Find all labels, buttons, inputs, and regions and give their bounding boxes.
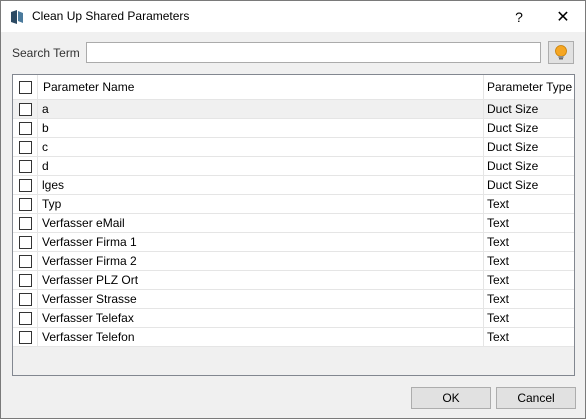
- table-row[interactable]: Verfasser Telefon Text: [13, 328, 574, 347]
- parameter-name-cell: Verfasser Telefon: [38, 328, 484, 346]
- table-row[interactable]: Verfasser PLZ Ort Text: [13, 271, 574, 290]
- column-header-type[interactable]: Parameter Type: [484, 75, 574, 99]
- parameter-type-cell: Text: [487, 292, 510, 306]
- parameter-type-cell: Duct Size: [487, 159, 539, 173]
- table-row[interactable]: lges Duct Size: [13, 176, 574, 195]
- row-check-cell: [13, 252, 38, 270]
- table-row[interactable]: d Duct Size: [13, 157, 574, 176]
- row-checkbox[interactable]: [19, 160, 32, 173]
- parameter-name-cell: a: [38, 100, 484, 118]
- parameter-name-cell: Verfasser Strasse: [38, 290, 484, 308]
- row-checkbox[interactable]: [19, 274, 32, 287]
- parameter-name-cell: d: [38, 157, 484, 175]
- parameter-type-cell: Text: [487, 254, 510, 268]
- row-checkbox[interactable]: [19, 236, 32, 249]
- row-checkbox[interactable]: [19, 122, 32, 135]
- row-checkbox[interactable]: [19, 217, 32, 230]
- parameter-type-cell: Text: [487, 311, 510, 325]
- ok-button[interactable]: OK: [411, 387, 491, 409]
- table-row[interactable]: b Duct Size: [13, 119, 574, 138]
- table-row[interactable]: c Duct Size: [13, 138, 574, 157]
- row-checkbox[interactable]: [19, 103, 32, 116]
- row-check-cell: [13, 290, 38, 308]
- row-checkbox[interactable]: [19, 312, 32, 325]
- row-check-cell: [13, 233, 38, 251]
- parameter-name-cell: Verfasser Telefax: [38, 309, 484, 327]
- row-checkbox[interactable]: [19, 293, 32, 306]
- table-row[interactable]: Verfasser Firma 2 Text: [13, 252, 574, 271]
- table-row[interactable]: Typ Text: [13, 195, 574, 214]
- parameter-type-cell: Duct Size: [487, 178, 539, 192]
- lightbulb-icon: [555, 44, 567, 59]
- parameter-type-cell: Text: [487, 197, 510, 211]
- table-row[interactable]: Verfasser Firma 1 Text: [13, 233, 574, 252]
- parameter-type-cell: Duct Size: [487, 140, 539, 154]
- row-check-cell: [13, 214, 38, 232]
- parameter-name-cell: Verfasser eMail: [38, 214, 484, 232]
- parameter-type-cell: Duct Size: [487, 102, 539, 116]
- parameter-name-cell: Verfasser Firma 2: [38, 252, 484, 270]
- row-check-cell: [13, 309, 38, 327]
- row-check-cell: [13, 328, 38, 346]
- row-check-cell: [13, 195, 38, 213]
- row-check-cell: [13, 119, 38, 137]
- table-row[interactable]: Verfasser eMail Text: [13, 214, 574, 233]
- table-row[interactable]: Verfasser Telefax Text: [13, 309, 574, 328]
- row-checkbox[interactable]: [19, 179, 32, 192]
- select-all-cell: [13, 75, 38, 99]
- parameter-name-cell: Verfasser Firma 1: [38, 233, 484, 251]
- row-checkbox[interactable]: [19, 141, 32, 154]
- table-row[interactable]: Verfasser Strasse Text: [13, 290, 574, 309]
- row-check-cell: [13, 100, 38, 118]
- column-header-name[interactable]: Parameter Name: [38, 75, 484, 99]
- cancel-button[interactable]: Cancel: [496, 387, 576, 409]
- lightbulb-button[interactable]: [548, 41, 574, 64]
- parameter-name-cell: b: [38, 119, 484, 137]
- close-button[interactable]: ✕: [541, 1, 585, 32]
- parameter-type-cell: Text: [487, 330, 510, 344]
- search-input[interactable]: [86, 42, 541, 63]
- select-all-checkbox[interactable]: [19, 81, 32, 94]
- row-checkbox[interactable]: [19, 255, 32, 268]
- row-check-cell: [13, 271, 38, 289]
- parameter-name-cell: lges: [38, 176, 484, 194]
- app-logo-icon: [11, 10, 23, 24]
- row-checkbox[interactable]: [19, 331, 32, 344]
- parameters-grid[interactable]: Parameter Name Parameter Type a Duct Size…: [12, 74, 575, 376]
- row-check-cell: [13, 157, 38, 175]
- search-label: Search Term: [12, 46, 80, 60]
- row-check-cell: [13, 138, 38, 156]
- parameter-type-cell: Text: [487, 273, 510, 287]
- window-title: Clean Up Shared Parameters: [32, 9, 190, 23]
- parameter-name-cell: Verfasser PLZ Ort: [38, 271, 484, 289]
- parameter-name-cell: Typ: [38, 195, 484, 213]
- help-button[interactable]: ?: [497, 1, 541, 32]
- parameter-type-cell: Text: [487, 216, 510, 230]
- grid-header: Parameter Name Parameter Type: [13, 75, 574, 100]
- row-checkbox[interactable]: [19, 198, 32, 211]
- row-check-cell: [13, 176, 38, 194]
- parameter-name-cell: c: [38, 138, 484, 156]
- title-bar[interactable]: Clean Up Shared Parameters ? ✕: [1, 1, 585, 32]
- parameter-type-cell: Text: [487, 235, 510, 249]
- table-row[interactable]: a Duct Size: [13, 100, 574, 119]
- parameter-type-cell: Duct Size: [487, 121, 539, 135]
- dialog-window: Clean Up Shared Parameters ? ✕ Search Te…: [0, 0, 586, 419]
- grid-rows: a Duct Size b Duct Size c Duct Size d Duct Size…: [13, 100, 574, 347]
